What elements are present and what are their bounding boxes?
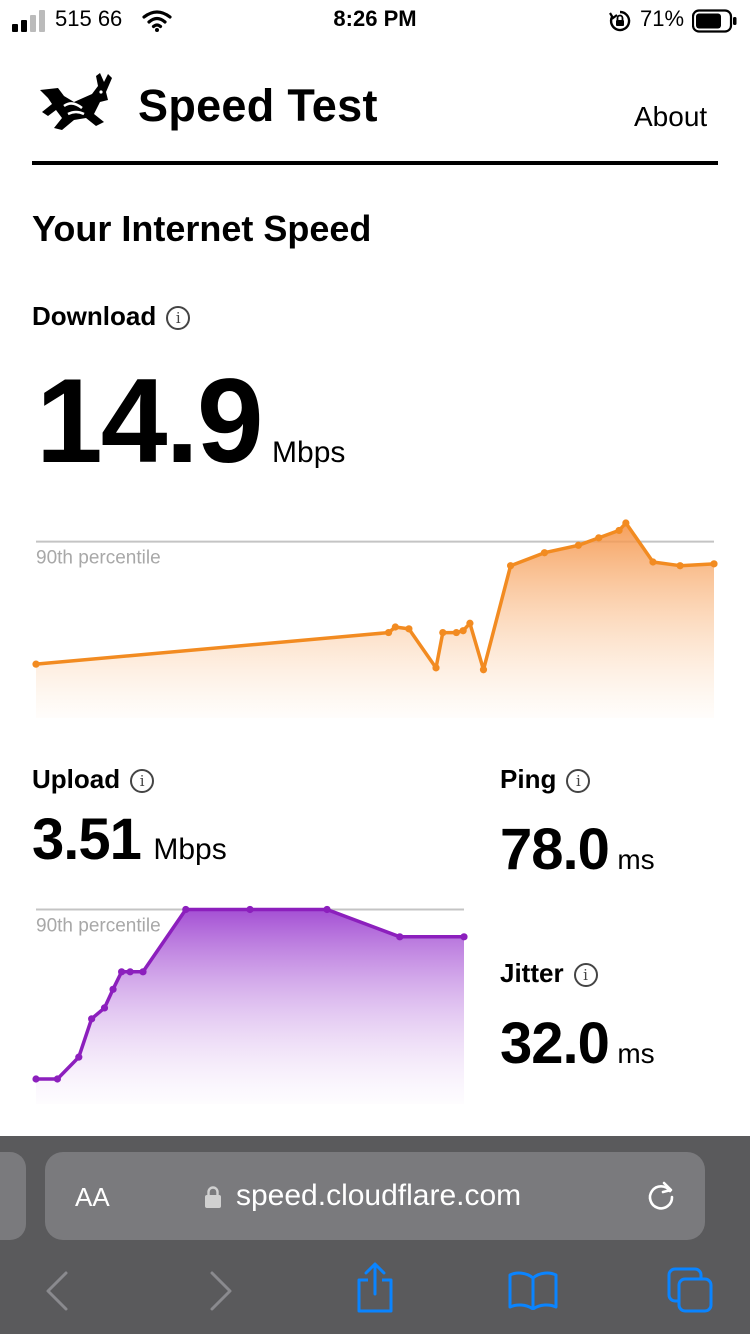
data-point [391, 623, 399, 631]
data-point [109, 985, 117, 993]
text-size-label: AA [75, 1182, 110, 1212]
data-point [126, 968, 134, 976]
data-point [466, 619, 474, 627]
download-unit: Mbps [272, 436, 346, 469]
upload-value: 3.51 [32, 807, 142, 872]
battery-percentage: 71% [640, 6, 685, 31]
ping-value: 78.0 [500, 817, 610, 882]
jitter-unit: ms [617, 1038, 655, 1069]
data-point [53, 1075, 62, 1083]
section-title: Your Internet Speed [32, 208, 372, 249]
download-label-row: Download i [32, 301, 191, 332]
data-point [459, 627, 467, 635]
data-point [405, 625, 413, 633]
info-icon[interactable]: i [130, 769, 155, 793]
data-point [452, 628, 460, 637]
info-icon[interactable]: i [566, 769, 591, 793]
orientation-lock-icon [609, 10, 631, 32]
back-icon[interactable] [44, 1270, 72, 1312]
info-icon[interactable]: i [573, 963, 598, 987]
data-point [574, 541, 583, 549]
previous-tab-preview[interactable] [0, 1152, 26, 1240]
data-point [540, 549, 549, 557]
download-value: 14.9 [36, 354, 264, 488]
data-point [139, 968, 147, 976]
site-title: Speed Test [138, 80, 378, 131]
upload-label-row: Upload i [32, 764, 155, 795]
upload-value-row: 3.51 Mbps [32, 806, 227, 873]
data-point [88, 1015, 96, 1023]
data-point [615, 526, 623, 535]
data-point [649, 558, 657, 566]
text-size-button[interactable]: AA [75, 1182, 110, 1213]
ping-value-row: 78.0 ms [500, 816, 655, 883]
data-point [432, 664, 440, 672]
upload-unit: Mbps [153, 833, 227, 866]
status-bar: 515 66 8:26 PM 71% [0, 0, 750, 44]
url-text[interactable]: speed.cloudflare.com [236, 1179, 521, 1213]
data-point [100, 1004, 109, 1012]
data-point [622, 519, 630, 527]
data-point [396, 933, 404, 941]
data-point [460, 933, 468, 941]
forward-icon[interactable] [206, 1270, 234, 1312]
data-point [246, 905, 254, 914]
data-point [118, 968, 126, 976]
info-icon[interactable]: i [166, 306, 191, 330]
upload-label: Upload [32, 764, 121, 794]
data-point [384, 628, 393, 637]
data-point [479, 666, 488, 674]
jitter-value-row: 32.0 ms [500, 1010, 655, 1077]
ping-unit: ms [617, 844, 655, 875]
download-chart-svg: 90th percentile [32, 519, 718, 718]
bookmarks-icon[interactable] [508, 1270, 558, 1310]
header-divider [32, 161, 718, 165]
lock-icon [205, 1186, 221, 1208]
data-point [32, 660, 40, 668]
jitter-label-row: Jitter i [500, 958, 598, 989]
reload-icon[interactable] [644, 1179, 678, 1213]
percentile-label: 90th percentile [36, 548, 161, 569]
data-point [507, 562, 515, 570]
percentile-label: 90th percentile [36, 915, 161, 936]
data-point [32, 1075, 40, 1083]
ping-label: Ping [500, 764, 557, 794]
jitter-label: Jitter [500, 958, 564, 988]
data-point [323, 905, 331, 914]
jitter-value: 32.0 [500, 1011, 610, 1076]
data-point [676, 562, 684, 570]
battery-icon [692, 9, 737, 33]
about-link[interactable]: About [634, 101, 707, 133]
share-icon[interactable] [354, 1262, 396, 1314]
download-label: Download [32, 301, 157, 331]
data-point [710, 560, 718, 568]
download-value-row: 14.9 Mbps [36, 352, 345, 490]
data-point [439, 628, 447, 637]
ping-label-row: Ping i [500, 764, 591, 795]
download-chart: 90th percentile [0, 500, 750, 730]
upload-chart-svg: 90th percentile [32, 905, 468, 1104]
data-point [75, 1053, 83, 1061]
status-time: 8:26 PM [333, 6, 417, 31]
tabs-icon[interactable] [666, 1266, 714, 1314]
upload-chart: 90th percentile [0, 890, 480, 1110]
data-point [182, 905, 190, 914]
data-point [595, 534, 603, 542]
rabbit-logo-icon [40, 73, 112, 130]
